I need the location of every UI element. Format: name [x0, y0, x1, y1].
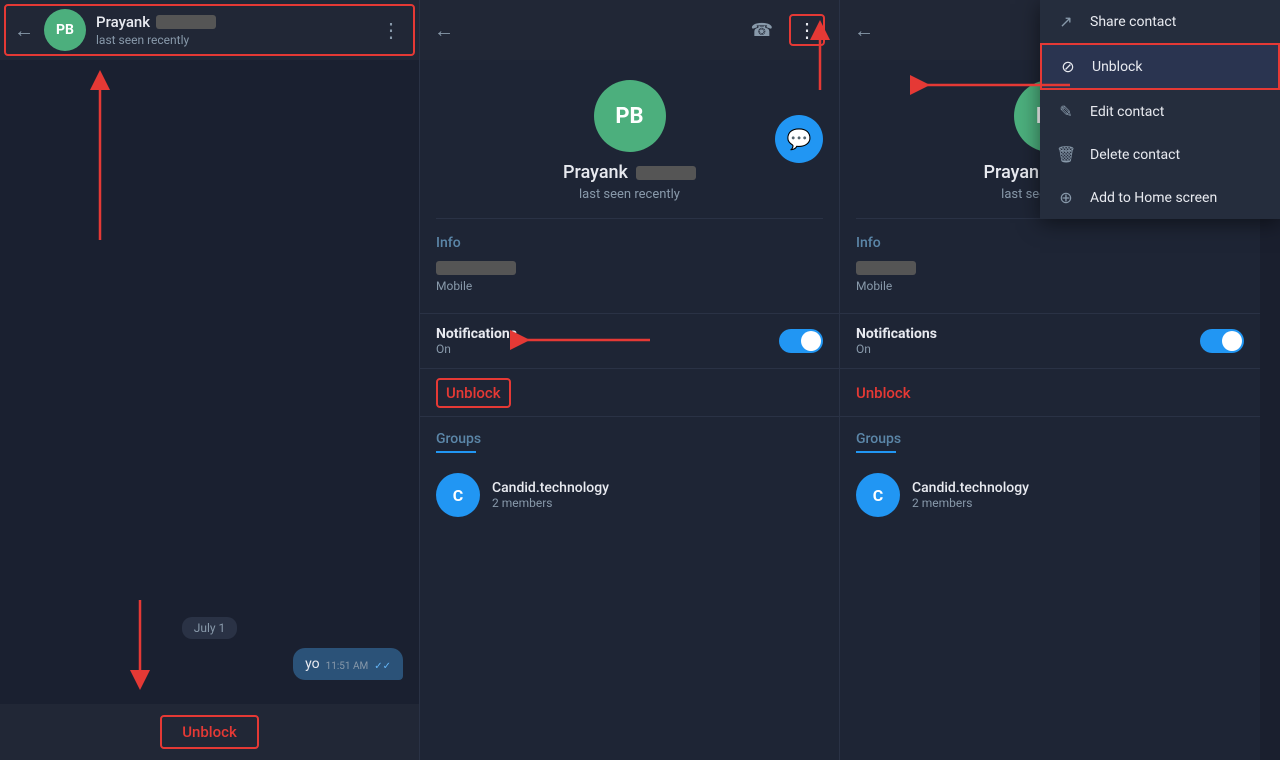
unblock-button[interactable]: Unblock — [436, 378, 511, 408]
profile-name-blur — [636, 166, 696, 180]
edit-contact-label: Edit contact — [1090, 104, 1164, 120]
info-section-2: Info Mobile — [840, 219, 1260, 313]
contact-panel: ← ☎ ⋮ PB Prayank last seen recently 💬 In… — [420, 0, 840, 760]
group-name-2: Candid.technology — [912, 480, 1029, 496]
dropdown-share-contact[interactable]: ↗ Share contact — [1040, 0, 1280, 43]
groups-label: Groups — [436, 431, 823, 447]
notifications-toggle[interactable] — [779, 329, 823, 353]
add-home-icon: ⊕ — [1056, 188, 1076, 207]
unblock-section: Unblock — [420, 368, 839, 416]
groups-underline-2 — [856, 451, 896, 453]
avatar-large: PB — [594, 80, 666, 152]
avatar: PB — [44, 9, 86, 51]
back-button-contact[interactable]: ← — [434, 18, 454, 43]
notif-status: On — [436, 342, 517, 356]
chat-panel: ← PB Prayank last seen recently ⋮ July 1… — [0, 0, 420, 760]
notifications-row: Notifications On — [420, 313, 839, 368]
info-phone-row: Mobile — [436, 261, 823, 293]
group-members-2: 2 members — [912, 496, 1029, 510]
message-text: yo — [305, 656, 320, 672]
phone-type: Mobile — [436, 279, 823, 293]
phone-button[interactable]: ☎ — [751, 20, 773, 41]
unblock-dropdown-label: Unblock — [1092, 59, 1142, 75]
notif-text-2: Notifications On — [856, 326, 937, 356]
notifications-row-2: Notifications On — [840, 313, 1260, 368]
dropdown-add-home[interactable]: ⊕ Add to Home screen — [1040, 176, 1280, 219]
group-name: Candid.technology — [492, 480, 609, 496]
back-button[interactable]: ← — [14, 18, 34, 43]
date-badge: July 1 — [16, 617, 403, 636]
unblock-icon: ⊘ — [1058, 57, 1078, 76]
group-members: 2 members — [492, 496, 609, 510]
contact-status: last seen recently — [96, 33, 377, 47]
delete-contact-label: Delete contact — [1090, 147, 1180, 163]
dropdown-menu: ↗ Share contact ⊘ Unblock ✎ Edit contact… — [1040, 0, 1280, 219]
group-avatar-2: C — [856, 473, 900, 517]
share-icon: ↗ — [1056, 12, 1076, 31]
phone-value — [436, 261, 516, 275]
groups-label-2: Groups — [856, 431, 1244, 447]
chat-fab-icon: 💬 — [787, 127, 812, 151]
info-section: Info Mobile — [420, 219, 839, 313]
notif-text: Notifications On — [436, 326, 517, 356]
notifications-toggle-2[interactable] — [1200, 329, 1244, 353]
notif-label-2: Notifications — [856, 326, 937, 342]
dropdown-edit-contact[interactable]: ✎ Edit contact — [1040, 90, 1280, 133]
group-info: Candid.technology 2 members — [492, 480, 609, 510]
phone-type-2: Mobile — [856, 279, 1244, 293]
more-button[interactable]: ⋮ — [377, 14, 405, 46]
back-button-2[interactable]: ← — [854, 18, 874, 43]
info-phone-row-2: Mobile — [856, 261, 1244, 293]
notif-label: Notifications — [436, 326, 517, 342]
contact-header: ← ☎ ⋮ — [420, 0, 839, 60]
groups-section-2: Groups C Candid.technology 2 members — [840, 416, 1260, 539]
message-bubble: yo 11:51 AM ✓✓ — [293, 648, 403, 680]
unblock-button-chat[interactable]: Unblock — [160, 715, 259, 749]
chat-footer: Unblock — [0, 704, 419, 760]
dropdown-delete-contact[interactable]: 🗑 Delete contact — [1040, 133, 1280, 176]
notif-status-2: On — [856, 342, 937, 356]
group-info-2: Candid.technology 2 members — [912, 480, 1029, 510]
groups-section: Groups C Candid.technology 2 members — [420, 416, 839, 539]
dropdown-unblock[interactable]: ⊘ Unblock — [1040, 43, 1280, 90]
contact-info: Prayank last seen recently — [96, 13, 377, 47]
groups-underline — [436, 451, 476, 453]
unblock-button-2[interactable]: Unblock — [856, 384, 911, 402]
contact-name: Prayank — [96, 13, 377, 31]
header-actions: ☎ ⋮ — [751, 14, 825, 46]
group-item-2[interactable]: C Candid.technology 2 members — [856, 465, 1244, 525]
check-icon: ✓✓ — [374, 661, 391, 672]
profile-status: last seen recently — [579, 187, 680, 202]
group-avatar: C — [436, 473, 480, 517]
info-label: Info — [436, 235, 823, 251]
more-button-contact[interactable]: ⋮ — [789, 14, 825, 46]
share-contact-label: Share contact — [1090, 14, 1176, 30]
info-label-2: Info — [856, 235, 1244, 251]
chat-body: July 1 yo 11:51 AM ✓✓ — [0, 60, 419, 704]
profile-name: Prayank — [563, 162, 696, 183]
chat-fab-button[interactable]: 💬 — [775, 115, 823, 163]
delete-icon: 🗑 — [1056, 145, 1076, 164]
add-home-label: Add to Home screen — [1090, 190, 1217, 206]
message-time: 11:51 AM — [326, 661, 369, 672]
name-blur — [156, 15, 216, 29]
unblock-section-2: Unblock — [840, 368, 1260, 416]
group-item[interactable]: C Candid.technology 2 members — [436, 465, 823, 525]
chat-header: ← PB Prayank last seen recently ⋮ — [0, 0, 419, 60]
edit-icon: ✎ — [1056, 102, 1076, 121]
profile-section: PB Prayank last seen recently 💬 — [420, 60, 839, 218]
